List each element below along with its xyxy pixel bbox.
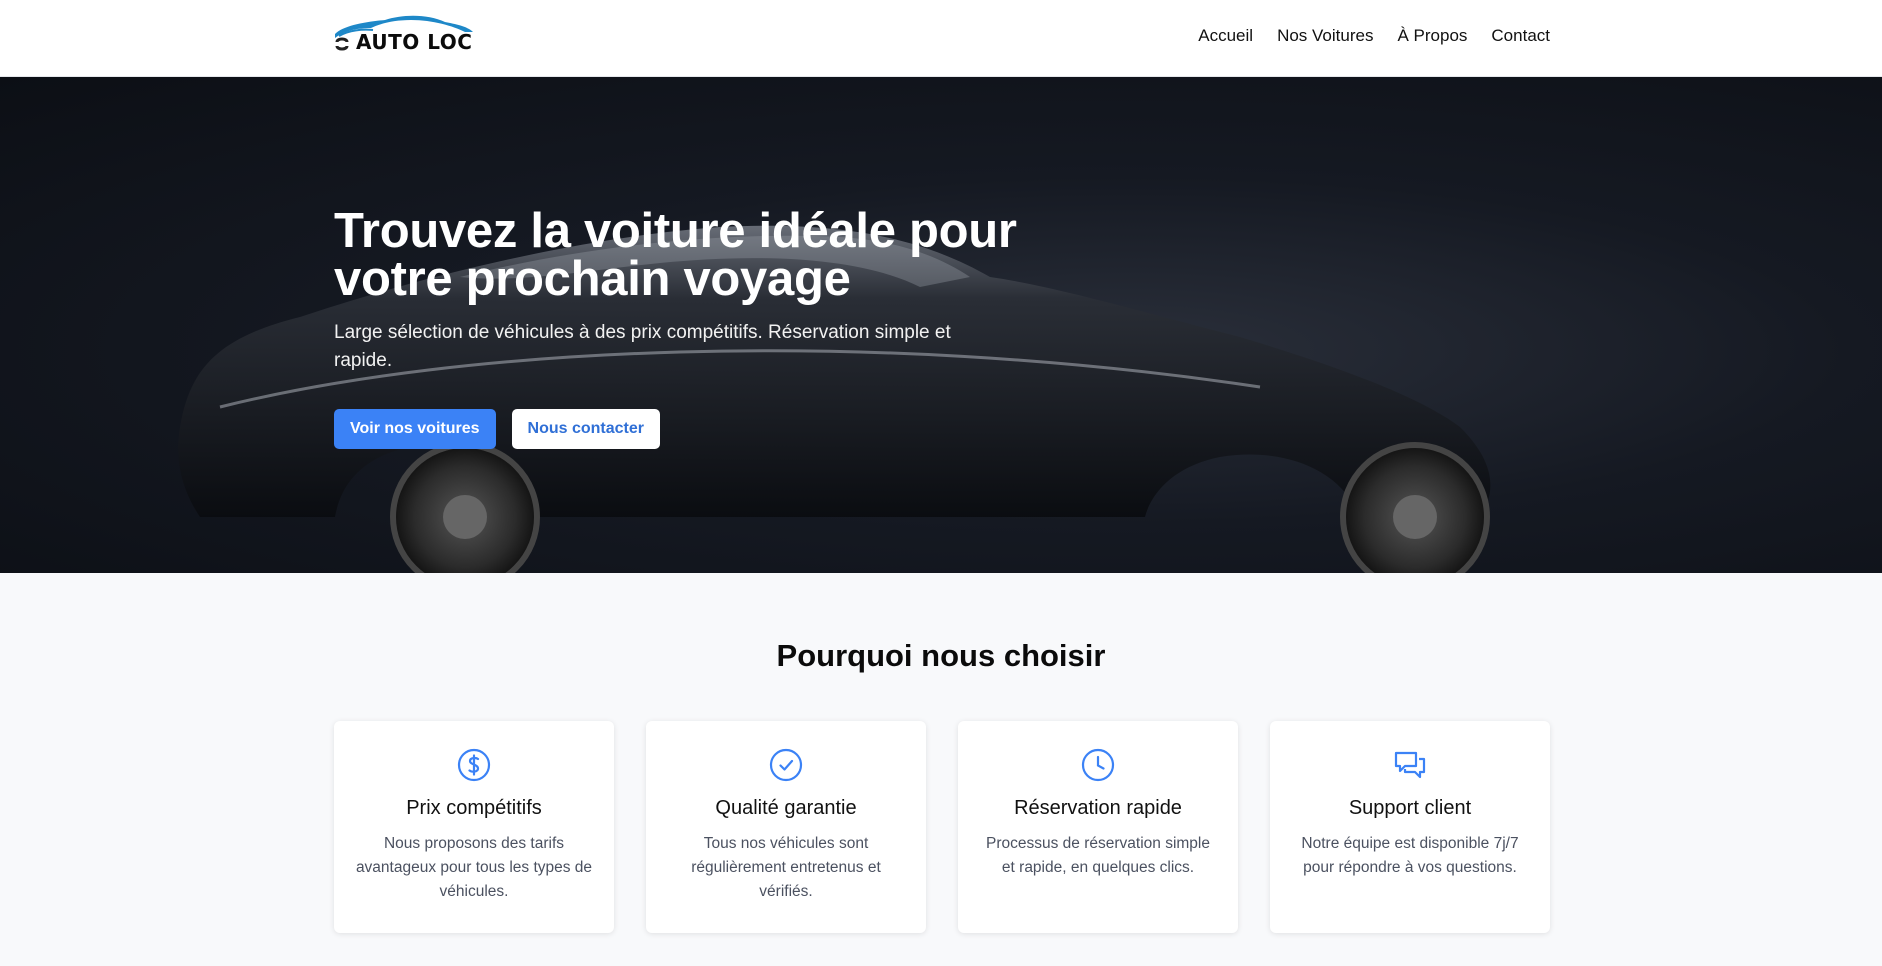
feature-title: Support client bbox=[1348, 797, 1472, 819]
dollar-icon bbox=[457, 748, 491, 782]
feature-card-prices: Prix compétitifs Nous proposons des tari… bbox=[334, 721, 614, 933]
nav-a-propos[interactable]: À Propos bbox=[1397, 26, 1467, 46]
nav-contact[interactable]: Contact bbox=[1491, 26, 1550, 46]
check-circle-icon bbox=[769, 748, 803, 782]
hero-section: Trouvez la voiture idéale pour votre pro… bbox=[0, 77, 1882, 573]
section-title: Pourquoi nous choisir bbox=[776, 638, 1106, 673]
feature-title: Qualité garantie bbox=[715, 797, 857, 819]
feature-title: Prix compétitifs bbox=[406, 797, 542, 819]
contact-us-button[interactable]: Nous contacter bbox=[511, 409, 660, 449]
why-choose-us-section: Pourquoi nous choisir Prix compétitifs N… bbox=[0, 573, 1882, 966]
nav-accueil[interactable]: Accueil bbox=[1198, 26, 1253, 46]
feature-card-booking: Réservation rapide Processus de réservat… bbox=[958, 721, 1238, 933]
feature-text: Processus de réservation simple et rapid… bbox=[986, 835, 1210, 876]
feature-text: Nous proposons des tarifs avantageux pou… bbox=[355, 835, 593, 900]
view-cars-button[interactable]: Voir nos voitures bbox=[334, 409, 496, 449]
hero-content: Trouvez la voiture idéale pour votre pro… bbox=[334, 207, 1034, 449]
feature-card-support: Support client Notre équipe est disponib… bbox=[1270, 721, 1550, 933]
chat-icon bbox=[1394, 751, 1426, 779]
hero-title: Trouvez la voiture idéale pour votre pro… bbox=[334, 204, 1017, 306]
feature-text: Notre équipe est disponible 7j/7 pour ré… bbox=[1301, 835, 1519, 876]
top-navbar: AUTO LOC Accueil Nos Voitures À Propos C… bbox=[0, 0, 1882, 77]
clock-icon bbox=[1081, 748, 1115, 782]
hero-subtitle: Large sélection de véhicules à des prix … bbox=[334, 322, 951, 371]
hero-buttons: Voir nos voitures Nous contacter bbox=[334, 409, 1034, 449]
brand-name: AUTO LOC bbox=[356, 30, 473, 54]
feature-text: Tous nos véhicules sont régulièrement en… bbox=[691, 835, 881, 900]
main-menu: Accueil Nos Voitures À Propos Contact bbox=[1198, 26, 1550, 46]
nav-nos-voitures[interactable]: Nos Voitures bbox=[1277, 26, 1373, 46]
brand-logo[interactable]: AUTO LOC bbox=[333, 12, 475, 56]
feature-card-quality: Qualité garantie Tous nos véhicules sont… bbox=[646, 721, 926, 933]
feature-title: Réservation rapide bbox=[1014, 797, 1182, 819]
feature-cards: Prix compétitifs Nous proposons des tari… bbox=[334, 721, 1550, 933]
